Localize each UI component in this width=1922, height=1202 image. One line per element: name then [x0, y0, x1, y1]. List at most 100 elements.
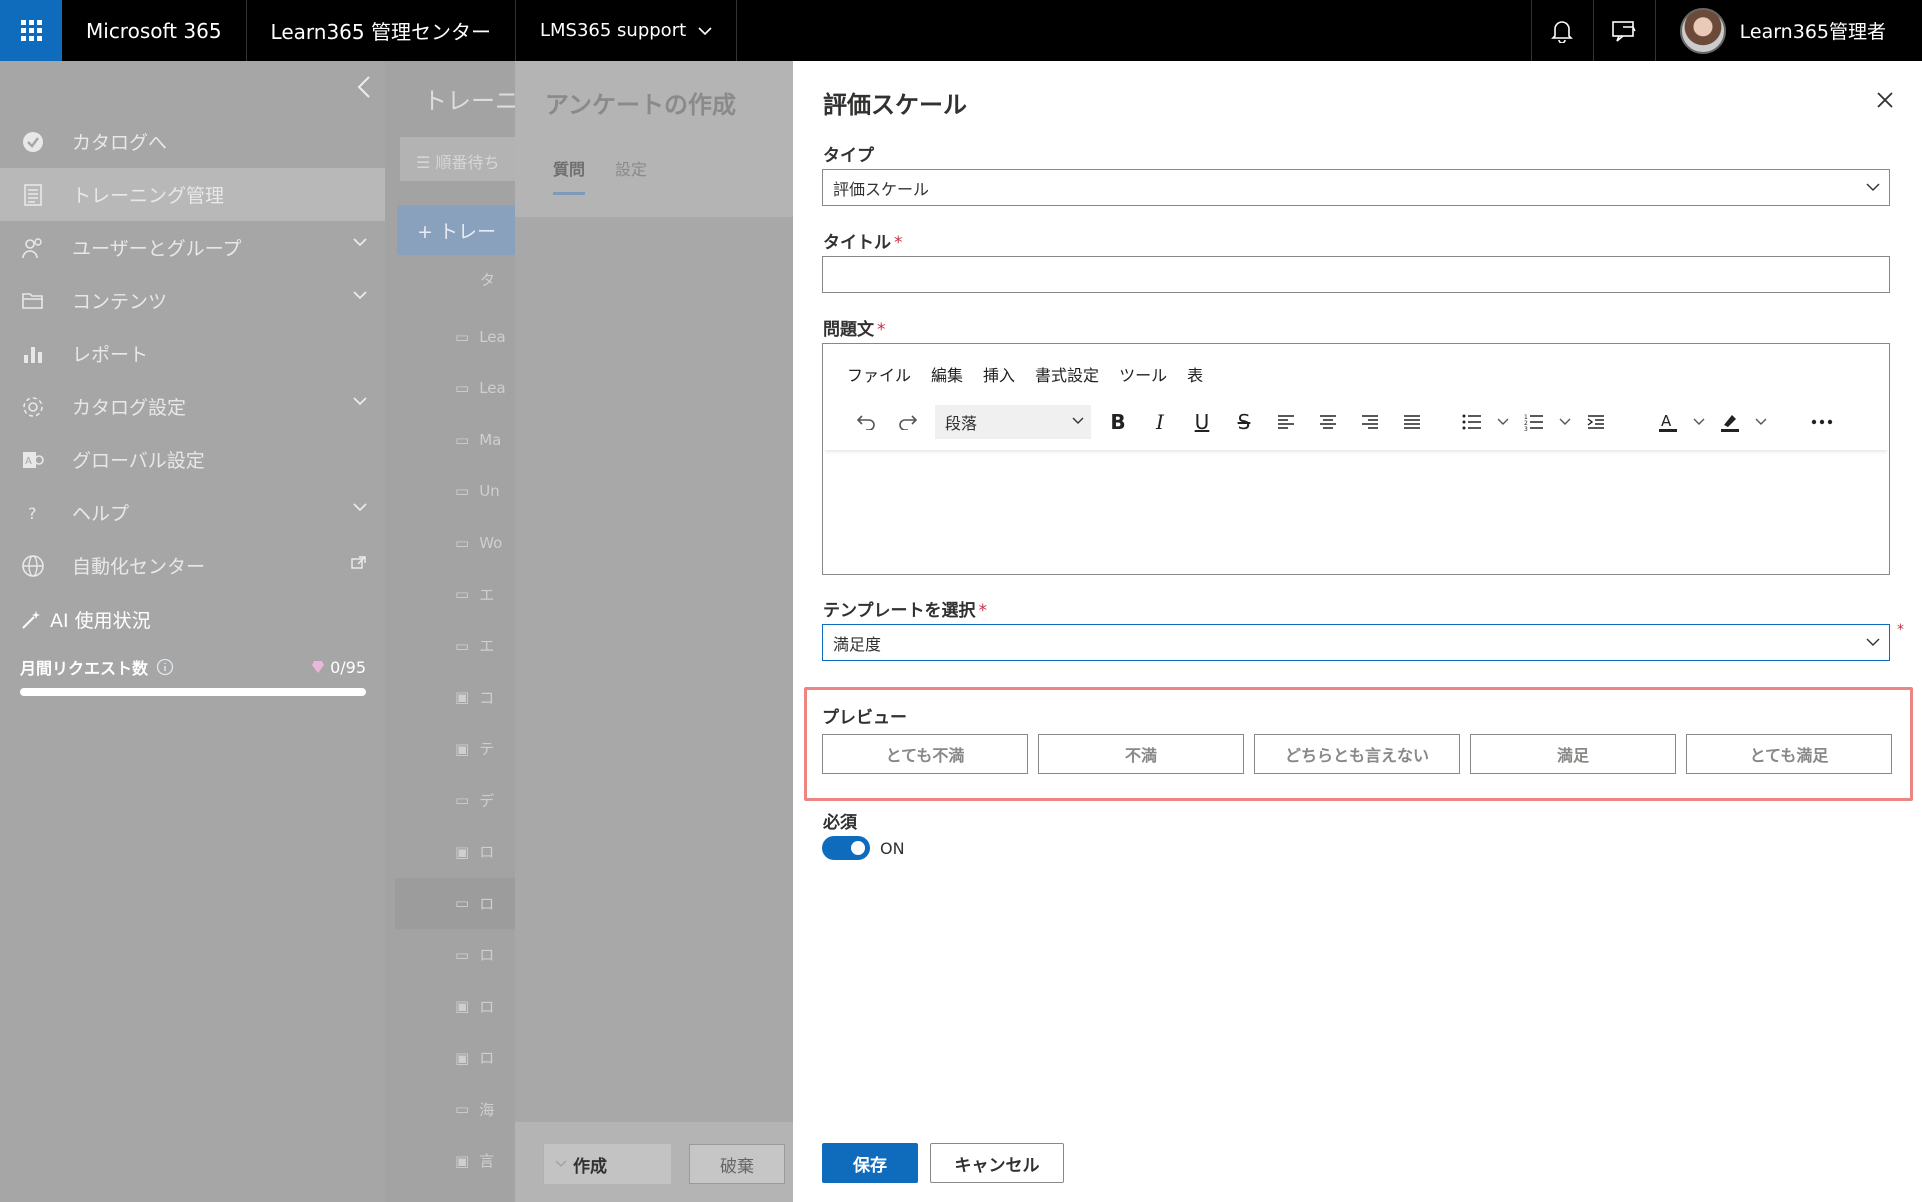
text-color-icon[interactable]: A	[1647, 404, 1689, 440]
indent-icon[interactable]	[1575, 404, 1617, 440]
chevron-down-icon[interactable]	[1555, 404, 1575, 440]
chevron-down-icon	[698, 26, 712, 35]
table-row[interactable]: ▭ 海	[395, 1084, 515, 1136]
queue-filter[interactable]: ☰ 順番待ち	[400, 137, 515, 181]
brand-link[interactable]: Microsoft 365	[62, 0, 247, 61]
paragraph-format-select[interactable]: 段落	[935, 405, 1091, 439]
menu-format[interactable]: 書式設定	[1035, 362, 1099, 386]
survey-header: アンケートの作成 質問 設定	[515, 61, 793, 217]
cancel-button[interactable]: キャンセル	[930, 1143, 1064, 1183]
numbered-list-icon[interactable]: 123	[1513, 404, 1555, 440]
classroom-icon: ▣	[455, 688, 470, 707]
undo-icon[interactable]	[845, 404, 887, 440]
table-row[interactable]: ▭ ロ	[395, 877, 515, 929]
nav-label: トレーニング管理	[72, 185, 225, 207]
table-row[interactable]: ▭ Un	[395, 466, 515, 518]
table-row[interactable]: ▣ ロ	[395, 826, 515, 878]
strikethrough-icon[interactable]: S	[1223, 404, 1265, 440]
table-row[interactable]: ▣ テ	[395, 723, 515, 775]
table-row[interactable]: ▭ Wo	[395, 517, 515, 569]
table-row[interactable]: ▣ コ	[395, 672, 515, 724]
nav-automation-center[interactable]: 自動化センター	[0, 539, 385, 592]
table-row[interactable]: ▣ ロ	[395, 981, 515, 1033]
close-button[interactable]	[1874, 89, 1896, 111]
chevron-down-icon[interactable]	[1493, 404, 1513, 440]
classroom-icon: ▣	[455, 842, 470, 861]
chevron-down-icon	[1072, 417, 1084, 424]
title-label: タイトル *	[823, 233, 903, 253]
type-select[interactable]: 評価スケール	[822, 169, 1890, 206]
nav-catalog[interactable]: カタログへ	[0, 115, 385, 168]
user-menu[interactable]: Learn365管理者	[1654, 0, 1922, 61]
person-list-icon: ☰	[416, 153, 431, 172]
table-row[interactable]: ▭ エ	[395, 569, 515, 621]
table-row[interactable]: ▣ ロ	[395, 1032, 515, 1084]
type-value: 評価スケール	[833, 179, 930, 199]
collapse-nav-button[interactable]	[357, 73, 371, 106]
table-row[interactable]: ▭ Lea	[395, 311, 515, 363]
discard-button[interactable]: 破棄	[689, 1144, 785, 1184]
user-name: Learn365管理者	[1739, 21, 1886, 43]
nav-reports[interactable]: レポート	[0, 327, 385, 380]
menu-file[interactable]: ファイル	[847, 362, 911, 386]
create-button[interactable]: 作成	[543, 1144, 671, 1184]
save-button[interactable]: 保存	[822, 1143, 918, 1183]
table-row[interactable]: ▭ デ	[395, 775, 515, 827]
chevron-down-icon[interactable]	[1689, 404, 1709, 440]
info-icon[interactable]	[156, 658, 174, 676]
table-row[interactable]: ▭ Lea	[395, 363, 515, 415]
bold-icon[interactable]: B	[1097, 404, 1139, 440]
feedback-button[interactable]	[1592, 0, 1655, 61]
menu-table[interactable]: 表	[1187, 362, 1203, 386]
nav-users-groups[interactable]: ユーザーとグループ	[0, 221, 385, 274]
title-input[interactable]	[822, 256, 1890, 293]
more-options-icon[interactable]	[1801, 404, 1843, 440]
app-launcher-button[interactable]	[0, 0, 62, 61]
table-row[interactable]: ▭ ロ	[395, 929, 515, 981]
template-label: テンプレートを選択 *	[823, 601, 987, 621]
required-toggle[interactable]	[822, 836, 870, 860]
notifications-button[interactable]	[1530, 0, 1593, 61]
menu-edit[interactable]: 編集	[931, 362, 963, 386]
tab-questions[interactable]: 質問	[553, 156, 586, 195]
highlight-icon[interactable]	[1709, 404, 1751, 440]
tab-settings[interactable]: 設定	[615, 156, 647, 195]
underline-icon[interactable]: U	[1181, 404, 1223, 440]
chevron-down-icon[interactable]	[543, 1144, 577, 1184]
chevron-down-icon[interactable]	[1751, 404, 1771, 440]
survey-tabs: 質問 設定	[553, 156, 647, 195]
monitor-icon: ▭	[455, 379, 470, 398]
rich-text-editor[interactable]: ファイル 編集 挿入 書式設定 ツール 表 段落 B I U S 123 A	[822, 343, 1890, 575]
nav-label: ヘルプ	[72, 503, 130, 525]
org-label: LMS365 support	[539, 20, 687, 41]
bullet-list-icon[interactable]	[1451, 404, 1493, 440]
align-right-icon[interactable]	[1349, 404, 1391, 440]
nav-global-settings[interactable]: A グローバル設定	[0, 433, 385, 486]
menu-tools[interactable]: ツール	[1119, 362, 1167, 386]
menu-insert[interactable]: 挿入	[983, 362, 1015, 386]
nav-catalog-settings[interactable]: カタログ設定	[0, 380, 385, 433]
monitor-icon: ▭	[455, 482, 470, 501]
monitor-icon: ▭	[455, 1100, 470, 1119]
table-row[interactable]: ▭ Ma	[395, 414, 515, 466]
justify-icon[interactable]	[1391, 404, 1433, 440]
align-left-icon[interactable]	[1265, 404, 1307, 440]
preview-option: とても満足	[1686, 734, 1892, 774]
nav-help[interactable]: ? ヘルプ	[0, 486, 385, 539]
nav-label: ユーザーとグループ	[72, 238, 242, 260]
question-label: 問題文 *	[823, 320, 886, 340]
redo-icon[interactable]	[887, 404, 929, 440]
nav-content[interactable]: コンテンツ	[0, 274, 385, 327]
italic-icon[interactable]: I	[1139, 404, 1181, 440]
table-row[interactable]: ▭ エ	[395, 620, 515, 672]
new-training-button[interactable]: + トレー	[397, 205, 515, 255]
app-title[interactable]: Learn365 管理センター	[247, 0, 516, 61]
template-select[interactable]: 満足度	[822, 624, 1890, 661]
table-row[interactable]: ▣ 言	[395, 1135, 515, 1187]
editor-menubar: ファイル 編集 挿入 書式設定 ツール 表	[847, 362, 1203, 386]
nav-training-management[interactable]: トレーニング管理	[0, 168, 385, 221]
org-switcher[interactable]: LMS365 support	[516, 0, 738, 61]
feedback-icon	[1612, 20, 1636, 42]
monitor-icon: ▭	[455, 636, 470, 655]
align-center-icon[interactable]	[1307, 404, 1349, 440]
